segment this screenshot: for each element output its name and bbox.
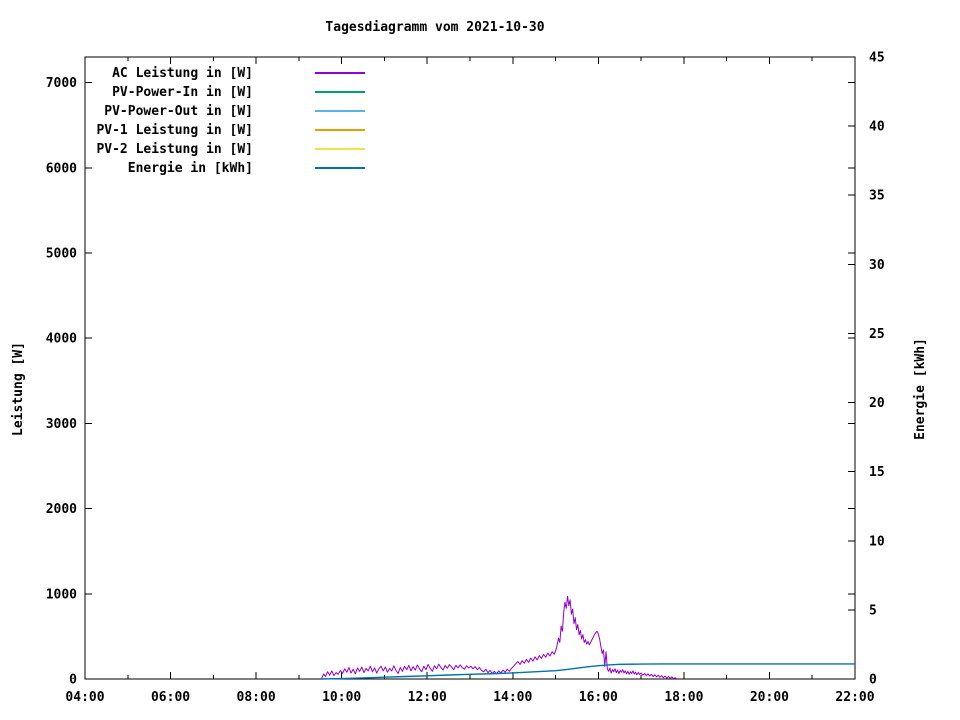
y-tick-label: 7000 — [46, 76, 77, 91]
x-tick-label: 14:00 — [493, 690, 532, 705]
y2-tick-label: 35 — [869, 189, 885, 204]
y2-tick-label: 20 — [869, 396, 885, 411]
y2-tick-label: 10 — [869, 534, 885, 549]
x-tick-label: 04:00 — [65, 690, 104, 705]
series-lines — [320, 595, 855, 680]
x-tick-label: 10:00 — [322, 690, 361, 705]
chart-canvas: Tagesdiagramm vom 2021-10-30 Leistung [W… — [0, 0, 960, 720]
y-tick-label: 6000 — [46, 161, 77, 176]
plot-area: 04:00 06:00 08:00 10:00 12:00 14:00 16:00 18:00… — [46, 51, 885, 706]
legend-label: PV-1 Leistung in [W] — [96, 123, 253, 138]
y2-axis-ticks — [848, 56, 855, 680]
y2-tick-label: 25 — [869, 327, 885, 342]
x-tick-label: 18:00 — [664, 690, 703, 705]
x-tick-label: 16:00 — [579, 690, 618, 705]
y2-tick-label: 30 — [869, 258, 885, 273]
x-tick-label: 22:00 — [835, 690, 874, 705]
y2-axis-tick-labels: 0 5 10 15 20 25 30 35 40 45 — [869, 51, 885, 688]
y-tick-label: 3000 — [46, 417, 77, 432]
y-tick-label: 2000 — [46, 502, 77, 517]
legend-label: Energie in [kWh] — [128, 161, 253, 176]
y2-tick-label: 15 — [869, 465, 885, 480]
y-tick-label: 4000 — [46, 332, 77, 347]
legend-label: PV-2 Leistung in [W] — [96, 142, 253, 157]
legend-label: AC Leistung in [W] — [112, 66, 253, 81]
x-tick-label: 20:00 — [750, 690, 789, 705]
y-tick-label: 5000 — [46, 246, 77, 261]
legend: AC Leistung in [W] PV-Power-In in [W] PV-P… — [96, 66, 365, 176]
x-tick-label: 08:00 — [237, 690, 276, 705]
series-line-5 — [320, 663, 855, 680]
y2-tick-label: 0 — [869, 673, 877, 688]
legend-label: PV-Power-In in [W] — [112, 85, 253, 100]
x-axis-tick-labels: 04:00 06:00 08:00 10:00 12:00 14:00 16:00 18:00… — [65, 690, 874, 705]
y-tick-label: 1000 — [46, 587, 77, 602]
legend-label: PV-Power-Out in [W] — [104, 104, 253, 119]
x-tick-label: 12:00 — [408, 690, 447, 705]
x-tick-label: 06:00 — [151, 690, 190, 705]
y2-tick-label: 5 — [869, 603, 877, 618]
y2-tick-label: 45 — [869, 51, 885, 66]
y2-tick-label: 40 — [869, 120, 885, 135]
y-axis-tick-labels: 0 1000 2000 3000 4000 5000 6000 7000 — [46, 76, 77, 687]
series-line-0 — [321, 595, 677, 680]
y-tick-label: 0 — [69, 673, 77, 688]
